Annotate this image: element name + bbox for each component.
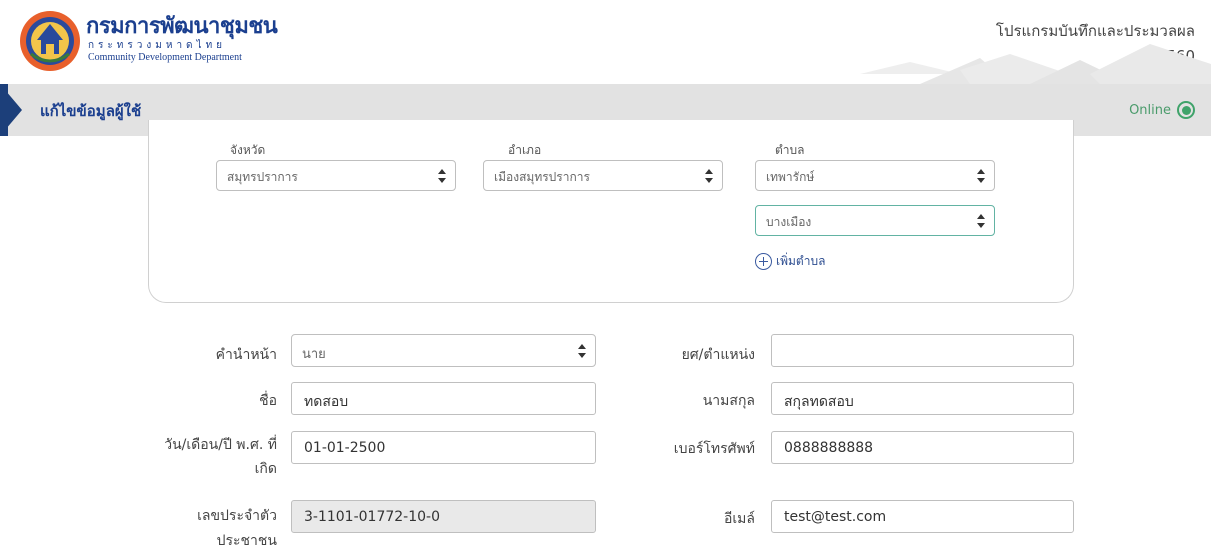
- district-select[interactable]: เมืองสมุทรปราการ: [483, 160, 723, 191]
- subdistrict-select-value: เทพารักษ์: [766, 170, 815, 184]
- rank-input[interactable]: [771, 334, 1074, 367]
- rank-label: ยศ/ตำแหน่ง: [681, 347, 755, 363]
- district-label: อำเภอ: [508, 143, 542, 157]
- subdistrict-select[interactable]: เทพารักษ์: [755, 160, 995, 191]
- idcard-input: 3-1101-01772-10-0: [291, 500, 596, 533]
- page-title: แก้ไขข้อมูลผู้ใช้: [40, 102, 142, 120]
- prefix-label: คำนำหน้า: [215, 347, 277, 363]
- email-input[interactable]: test@test.com: [771, 500, 1074, 533]
- idcard-label-line2: ประชาชน: [216, 533, 277, 549]
- plus-circle-icon: [755, 253, 772, 270]
- arrow-icon: [0, 84, 22, 136]
- select-arrows-icon: [977, 169, 985, 183]
- subdistrict-label: ตำบล: [775, 143, 805, 157]
- phone-input[interactable]: 0888888888: [771, 431, 1074, 464]
- cdd-logo-icon: [20, 11, 80, 71]
- add-subdistrict-label: เพิ่มตำบล: [776, 254, 826, 268]
- select-arrows-icon: [438, 169, 446, 183]
- online-status-label: Online: [1129, 102, 1171, 118]
- logo-subtitle-thai: กระทรวงมหาดไทย: [88, 40, 227, 51]
- online-indicator-icon: [1177, 101, 1195, 119]
- select-arrows-icon: [578, 344, 586, 358]
- roof-decoration: [860, 44, 1211, 84]
- online-status: Online: [1129, 101, 1195, 119]
- prefix-select[interactable]: นาย: [291, 334, 596, 367]
- province-select[interactable]: สมุทรปราการ: [216, 160, 456, 191]
- lastname-label: นามสกุล: [702, 393, 755, 409]
- idcard-label-line1: เลขประจำตัว: [197, 508, 277, 524]
- prefix-select-value: นาย: [302, 347, 326, 362]
- lastname-input[interactable]: สกุลทดสอบ: [771, 382, 1074, 415]
- header: กรมการพัฒนาชุมชน กระทรวงมหาดไทย Communit…: [0, 0, 1211, 84]
- select-arrows-icon: [705, 169, 713, 183]
- subdistrict-select-2-value: บางเมือง: [766, 215, 812, 229]
- province-label: จังหวัด: [230, 143, 266, 157]
- firstname-label: ชื่อ: [259, 393, 277, 409]
- birthdate-input[interactable]: 01-01-2500: [291, 431, 596, 464]
- email-label: อีเมล์: [723, 511, 755, 527]
- firstname-input[interactable]: ทดสอบ: [291, 382, 596, 415]
- phone-label: เบอร์โทรศัพท์: [673, 441, 755, 457]
- subdistrict-select-2[interactable]: บางเมือง: [755, 205, 995, 236]
- birthdate-label-line1: วัน/เดือน/ปี พ.ศ. ที่: [164, 437, 277, 453]
- add-subdistrict-button[interactable]: เพิ่มตำบล: [755, 252, 825, 271]
- province-select-value: สมุทรปราการ: [227, 170, 298, 184]
- select-arrows-icon: [977, 214, 985, 228]
- logo-subtitle-en: Community Development Department: [88, 52, 242, 63]
- birthdate-label-line2: เกิด: [254, 461, 277, 477]
- district-select-value: เมืองสมุทรปราการ: [494, 170, 590, 184]
